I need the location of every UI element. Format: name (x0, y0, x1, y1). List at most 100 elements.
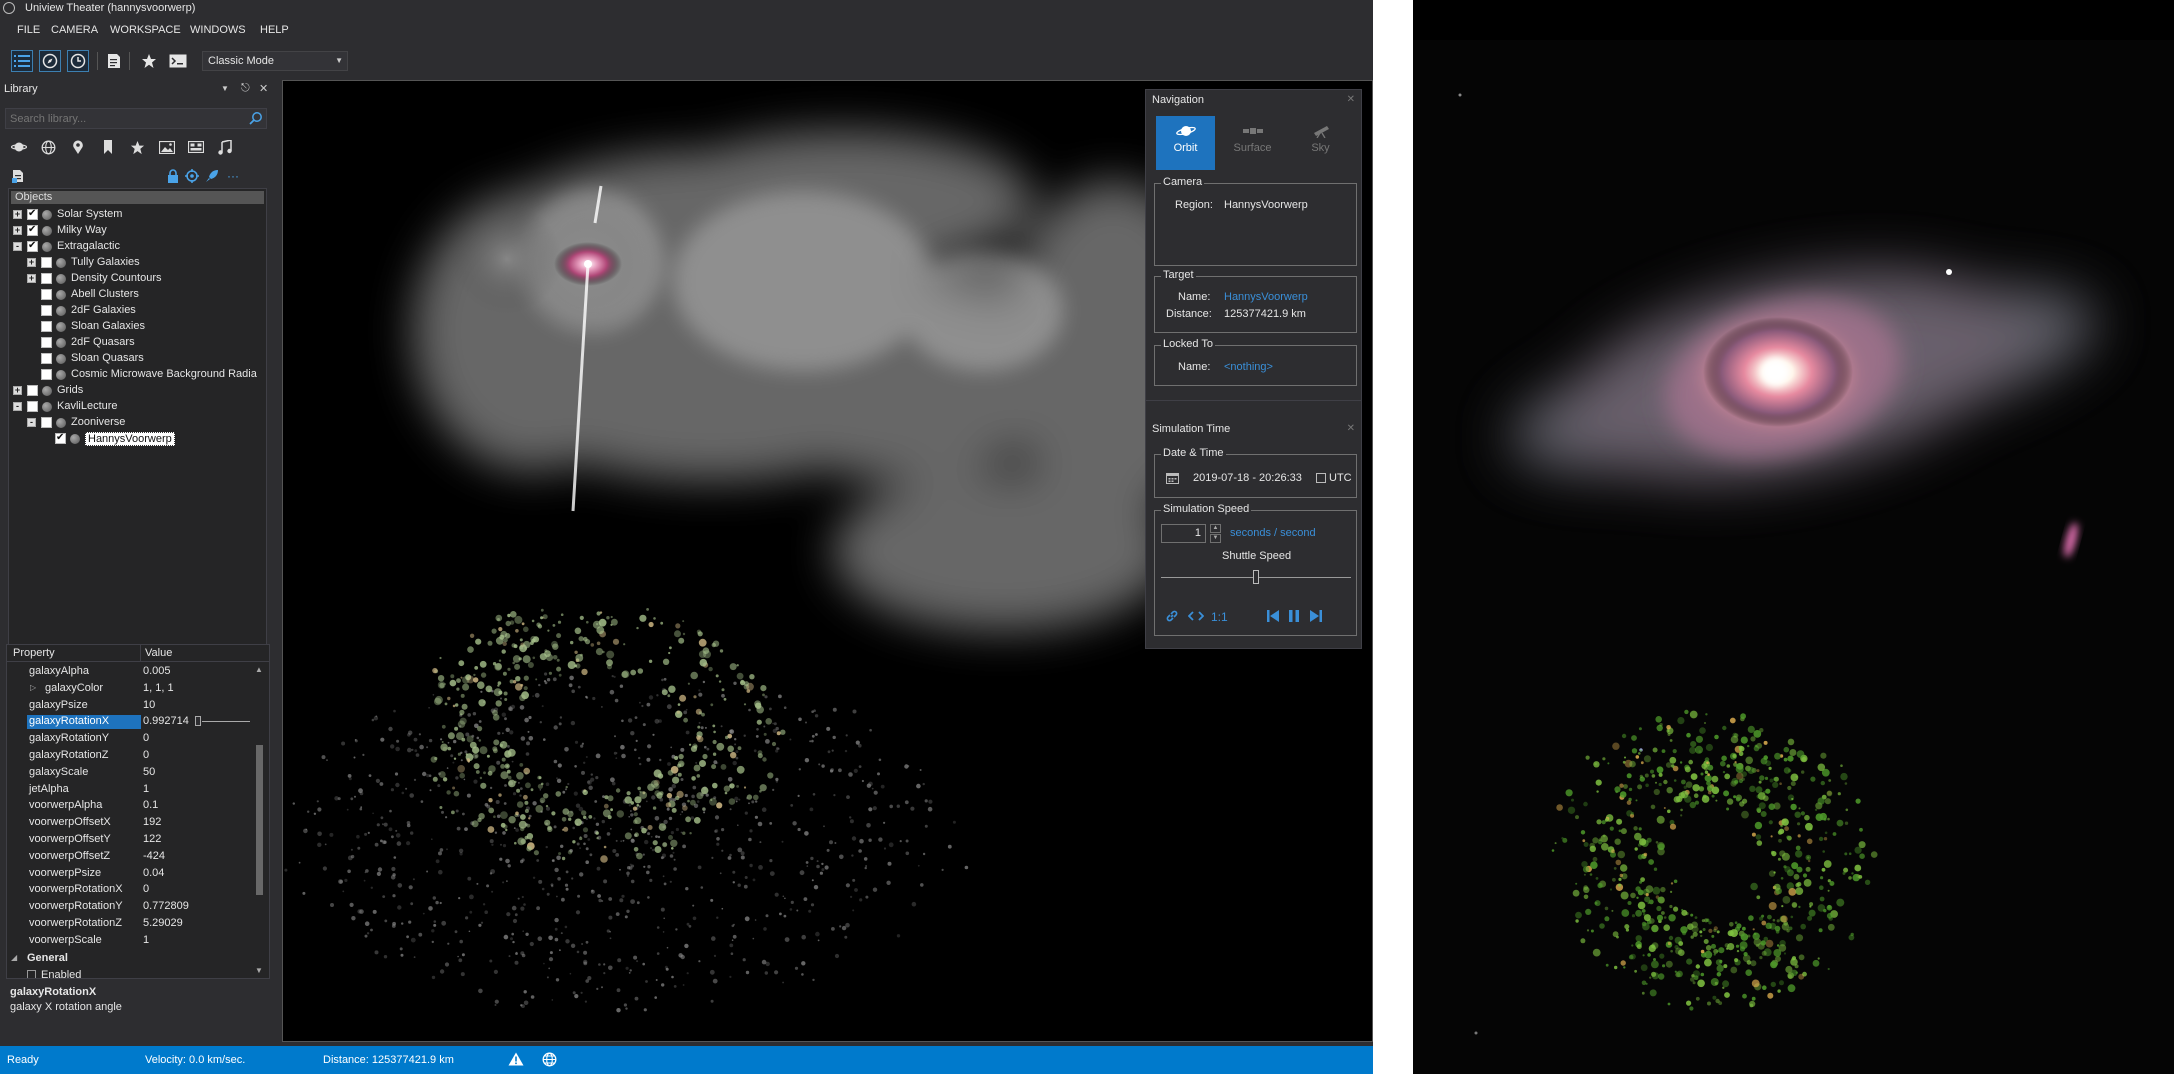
tree-item[interactable]: 2dF Quasars (9, 335, 266, 351)
skip-forward-icon[interactable] (1310, 610, 1322, 622)
rocket-icon[interactable] (204, 168, 220, 184)
property-row[interactable]: galaxyScale 50 (7, 764, 252, 781)
property-row[interactable]: galaxyAlpha 0.005 (7, 663, 252, 680)
globe-icon[interactable] (542, 1052, 557, 1070)
lock-icon[interactable] (165, 168, 181, 184)
visibility-checkbox[interactable] (27, 401, 38, 412)
tree-item[interactable]: - KavliLecture (9, 399, 266, 415)
tree-item[interactable]: Abell Clusters (9, 287, 266, 303)
ratio-button[interactable]: 1:1 (1211, 610, 1228, 624)
orbit-mode-button[interactable]: Orbit (1156, 116, 1215, 170)
speed-unit-link[interactable]: seconds / second (1230, 527, 1316, 539)
tree-item[interactable]: Sloan Quasars (9, 351, 266, 367)
visibility-checkbox[interactable] (41, 257, 52, 268)
close-icon[interactable]: ✕ (1347, 423, 1355, 434)
tree-item[interactable]: - Zooniverse (9, 415, 266, 431)
panel-menu-icon[interactable]: ▼ (221, 84, 229, 93)
property-row[interactable]: galaxyRotationX 0.992714 (7, 713, 252, 730)
collapse-icon[interactable]: ◢ (11, 953, 17, 962)
visibility-checkbox[interactable] (41, 305, 52, 316)
property-row[interactable]: voorwerpRotationX 0 (7, 881, 252, 898)
property-value[interactable]: 192 (143, 816, 161, 828)
tree-item[interactable]: + Tully Galaxies (9, 255, 266, 271)
expand-icon[interactable]: + (13, 226, 22, 235)
property-value[interactable]: 1 (143, 783, 149, 795)
visibility-checkbox[interactable] (41, 321, 52, 332)
property-value[interactable]: 0 (143, 732, 149, 744)
tree-item[interactable]: + Solar System (9, 207, 266, 223)
tree-item[interactable]: Sloan Galaxies (9, 319, 266, 335)
property-row[interactable]: voorwerpScale 1 (7, 932, 252, 949)
target-name-link[interactable]: HannysVoorwerp (1224, 291, 1308, 303)
visibility-checkbox[interactable] (41, 289, 52, 300)
property-row[interactable]: voorwerpOffsetY 122 (7, 831, 252, 848)
menu-camera[interactable]: CAMERA (51, 24, 98, 36)
favorite-star-icon[interactable] (128, 138, 146, 156)
tree-item[interactable]: HannysVoorwerp (9, 431, 266, 447)
expand-icon[interactable]: + (13, 386, 22, 395)
bookmark-icon[interactable] (99, 138, 117, 156)
visibility-checkbox[interactable] (27, 208, 38, 220)
close-icon[interactable]: ✕ (259, 82, 268, 95)
decrement-icon[interactable]: ▼ (1210, 534, 1221, 543)
shuttle-slider-knob[interactable] (1253, 570, 1259, 584)
speed-input[interactable]: 1 (1161, 524, 1206, 543)
search-input[interactable] (6, 109, 236, 128)
clock-icon[interactable] (67, 50, 89, 72)
script-icon[interactable] (103, 50, 125, 72)
surface-mode-button[interactable]: Surface (1223, 116, 1282, 170)
tree-item[interactable]: - Extragalactic (9, 239, 266, 255)
property-value[interactable]: 1, 1, 1 (143, 682, 174, 694)
mode-select[interactable]: Classic Mode ▼ (202, 51, 348, 71)
checkbox[interactable] (27, 970, 36, 978)
value-slider-knob[interactable] (195, 716, 201, 727)
menu-workspace[interactable]: WORKSPACE (110, 24, 181, 36)
menu-help[interactable]: HELP (260, 24, 289, 36)
image-icon[interactable] (158, 138, 176, 156)
property-row[interactable]: voorwerpOffsetX 192 (7, 814, 252, 831)
compass-icon[interactable] (39, 50, 61, 72)
property-value[interactable]: -424 (143, 850, 165, 862)
property-value[interactable]: 0.992714 (143, 715, 189, 727)
property-row[interactable]: galaxyPsize 10 (7, 697, 252, 714)
planet-icon[interactable] (10, 138, 28, 156)
property-value[interactable]: 50 (143, 766, 155, 778)
visibility-checkbox[interactable] (41, 353, 52, 364)
calendar-icon[interactable] (1166, 472, 1179, 487)
property-row[interactable]: voorwerpPsize 0.04 (7, 865, 252, 882)
expand-icon[interactable]: + (27, 258, 36, 267)
list-icon[interactable] (11, 50, 33, 72)
utc-checkbox[interactable] (1316, 473, 1326, 483)
close-icon[interactable]: ✕ (1347, 94, 1355, 105)
collapse-icon[interactable]: - (13, 402, 22, 411)
code-brackets-icon[interactable] (1188, 610, 1204, 622)
property-row[interactable]: voorwerpOffsetZ -424 (7, 848, 252, 865)
panorama-icon[interactable] (187, 138, 205, 156)
star-icon[interactable] (138, 50, 160, 72)
more-icon[interactable]: ··· (225, 168, 241, 184)
3d-viewport[interactable]: Navigation ✕ Orbit Surface Sky Camera Re… (282, 80, 1373, 1042)
property-value[interactable]: 0.772809 (143, 900, 189, 912)
tree-item[interactable]: 2dF Galaxies (9, 303, 266, 319)
visibility-checkbox[interactable] (55, 432, 66, 444)
menu-file[interactable]: FILE (17, 24, 40, 36)
property-vertical-scrollbar[interactable]: ▲ ▼ (253, 665, 265, 975)
property-row[interactable]: galaxyRotationZ 0 (7, 747, 252, 764)
pause-icon[interactable] (1288, 610, 1300, 622)
property-row[interactable]: voorwerpRotationZ 5.29029 (7, 915, 252, 932)
link-icon[interactable] (1165, 609, 1179, 623)
property-row[interactable]: ▷ galaxyColor 1, 1, 1 (7, 680, 252, 697)
expand-icon[interactable]: ▷ (30, 683, 36, 692)
increment-icon[interactable]: ▲ (1210, 524, 1221, 533)
visibility-checkbox[interactable] (27, 240, 38, 252)
music-icon[interactable] (216, 138, 234, 156)
collapse-icon[interactable]: - (27, 418, 36, 427)
property-value[interactable]: 0 (143, 749, 149, 761)
visibility-checkbox[interactable] (27, 385, 38, 396)
visibility-checkbox[interactable] (41, 273, 52, 284)
property-value[interactable]: 0.04 (143, 867, 164, 879)
sky-mode-button[interactable]: Sky (1291, 116, 1350, 170)
expand-icon[interactable]: + (13, 210, 22, 219)
property-row[interactable]: voorwerpAlpha 0.1 (7, 797, 252, 814)
target-icon[interactable] (184, 168, 200, 184)
